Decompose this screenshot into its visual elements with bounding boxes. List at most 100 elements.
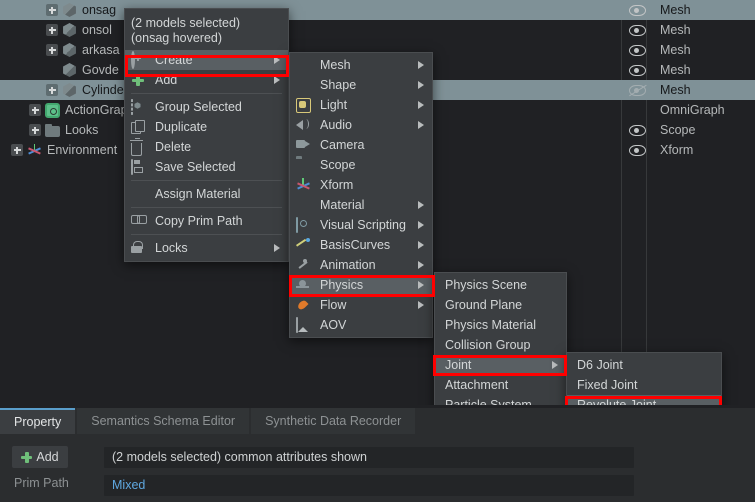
visibility-cell[interactable] (622, 60, 652, 80)
material-icon (131, 187, 149, 201)
light-icon (296, 98, 314, 112)
menu-separator (131, 207, 282, 208)
context-menu-header: (2 models selected) (onsag hovered) (125, 12, 288, 50)
eye-icon[interactable] (628, 24, 646, 36)
property-panel-tabbar[interactable]: Property Semantics Schema Editor Synthet… (0, 408, 755, 434)
create-item-audio[interactable]: Audio (290, 115, 432, 135)
menu-item-locks[interactable]: Locks (125, 238, 288, 258)
menu-separator (131, 93, 282, 94)
mesh-icon (63, 2, 76, 18)
create-item-light[interactable]: Light (290, 95, 432, 115)
visibility-cell[interactable] (622, 100, 652, 120)
menu-item-label: Add (155, 73, 178, 87)
physics-item-joint[interactable]: Joint (435, 355, 566, 375)
eye-icon[interactable] (628, 64, 646, 76)
shape-icon (296, 78, 314, 92)
menu-item-assign-material[interactable]: Assign Material (125, 184, 288, 204)
menu-item-label: Duplicate (155, 120, 208, 134)
menu-item-save-selected[interactable]: Save Selected (125, 157, 288, 177)
type-cell: Scope (652, 120, 755, 140)
menu-item-group-selected[interactable]: Group Selected (125, 97, 288, 117)
create-item-xform[interactable]: Xform (290, 175, 432, 195)
eye-icon[interactable] (628, 44, 646, 56)
tab-label: Semantics Schema Editor (91, 414, 236, 428)
tab-synthetic-data-recorder[interactable]: Synthetic Data Recorder (251, 408, 416, 434)
create-item-animation[interactable]: Animation (290, 255, 432, 275)
menu-item-label: Delete (155, 140, 192, 154)
eye-icon[interactable] (628, 144, 646, 156)
eye-icon[interactable] (628, 124, 646, 136)
visual-script-icon (296, 217, 314, 233)
chevron-right-icon (418, 221, 424, 229)
create-item-aov[interactable]: AOV (290, 315, 432, 335)
create-item-scope[interactable]: Scope (290, 155, 432, 175)
eye-icon[interactable] (628, 4, 646, 16)
visibility-cell[interactable] (622, 40, 652, 60)
physics-item-physics-scene[interactable]: Physics Scene (435, 275, 566, 295)
create-item-visual-scripting[interactable]: Visual Scripting (290, 215, 432, 235)
tree-item-label: onsag (82, 3, 117, 17)
expand-toggle-icon[interactable] (46, 24, 58, 36)
mesh-icon (63, 82, 76, 98)
physics-item-attachment[interactable]: Attachment (435, 375, 566, 395)
menu-item-label: Attachment (445, 378, 509, 392)
visibility-cell[interactable] (622, 0, 652, 20)
create-item-camera[interactable]: Camera (290, 135, 432, 155)
create-item-basiscurves[interactable]: BasisCurves (290, 235, 432, 255)
menu-item-copy-prim-path[interactable]: Copy Prim Path (125, 211, 288, 231)
header-line-1: (2 models selected) (131, 16, 241, 30)
chevron-right-icon (274, 244, 280, 252)
menu-item-add[interactable]: Add (125, 70, 288, 90)
eye-off-icon[interactable] (628, 84, 646, 96)
expand-toggle-icon[interactable] (29, 124, 41, 136)
trash-icon (130, 138, 149, 156)
menu-item-create[interactable]: Create (125, 50, 288, 70)
menu-item-duplicate[interactable]: Duplicate (125, 117, 288, 137)
expand-toggle-icon[interactable] (46, 4, 58, 16)
create-item-physics[interactable]: Physics (290, 275, 432, 295)
type-label: Scope (660, 123, 696, 137)
chevron-right-icon (418, 241, 424, 249)
joint-item-d6-joint[interactable]: D6 Joint (567, 355, 721, 375)
tree-item-label: arkasa (82, 43, 120, 57)
visibility-cell[interactable] (622, 20, 652, 40)
physics-item-physics-material[interactable]: Physics Material (435, 315, 566, 335)
create-item-flow[interactable]: Flow (290, 295, 432, 315)
create-item-mesh[interactable]: Mesh (290, 55, 432, 75)
type-label: Mesh (660, 63, 691, 77)
create-item-shape[interactable]: Shape (290, 75, 432, 95)
expand-toggle-icon[interactable] (46, 84, 58, 96)
prim-path-value-field[interactable]: Mixed (104, 475, 634, 496)
tree-item-label: onsol (82, 23, 112, 37)
joint-item-fixed-joint[interactable]: Fixed Joint (567, 375, 721, 395)
tree-row-onsag[interactable]: onsag (0, 0, 622, 20)
visibility-cell[interactable] (622, 140, 652, 160)
expand-toggle-icon[interactable] (46, 44, 58, 56)
physics-item-ground-plane[interactable]: Ground Plane (435, 295, 566, 315)
visibility-cell[interactable] (622, 120, 652, 140)
add-button[interactable]: Add (12, 446, 68, 468)
create-submenu[interactable]: Mesh Shape Light Audio Camera Scope Xfor… (289, 52, 433, 338)
actiongraph-icon (45, 102, 60, 118)
menu-item-label: Camera (320, 138, 365, 152)
expand-toggle-icon[interactable] (29, 104, 41, 116)
menu-item-label: Collision Group (445, 338, 531, 352)
tab-property[interactable]: Property (0, 408, 76, 434)
tree-row-onsol[interactable]: onsol (0, 20, 622, 40)
type-label: Xform (660, 143, 694, 157)
visibility-cell[interactable] (622, 80, 652, 100)
create-item-material[interactable]: Material (290, 195, 432, 215)
context-menu[interactable]: (2 models selected) (onsag hovered) Crea… (124, 8, 289, 262)
common-attributes-field: (2 models selected) common attributes sh… (104, 447, 634, 468)
context-menu-header-text: (2 models selected) (onsag hovered) (131, 16, 240, 46)
expand-toggle-icon[interactable] (11, 144, 23, 156)
type-label: Mesh (660, 83, 691, 97)
physics-item-collision-group[interactable]: Collision Group (435, 335, 566, 355)
menu-item-label: Fixed Joint (577, 378, 638, 392)
menu-item-delete[interactable]: Delete (125, 137, 288, 157)
menu-item-label: Create (155, 53, 193, 67)
menu-item-label: AOV (320, 318, 347, 332)
chevron-right-icon (274, 56, 280, 64)
menu-item-label: Joint (445, 358, 472, 372)
tab-semantics-schema-editor[interactable]: Semantics Schema Editor (77, 408, 250, 434)
